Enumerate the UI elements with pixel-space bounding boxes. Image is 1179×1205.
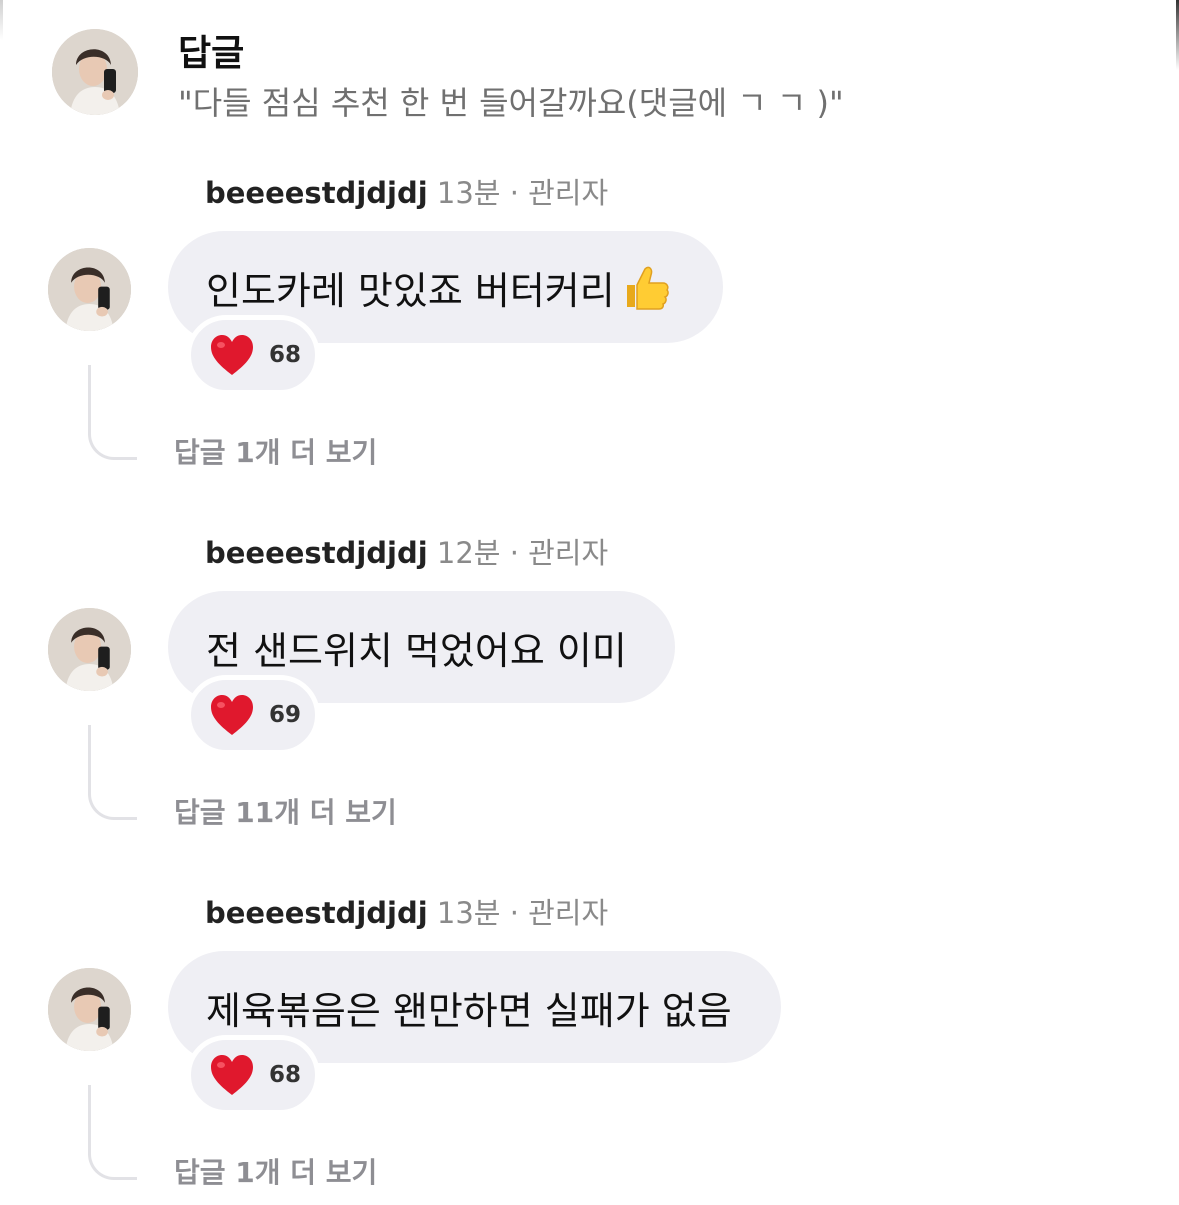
- comment-text: 제육볶음은 왠만하면 실패가 없음: [206, 988, 732, 1033]
- comment-item: beeeestdjdjdj 13분 · 관리자 제육볶음은 왠만하면 실패가 없…: [0, 893, 1179, 1205]
- replies-screen: 답글 "다들 점심 추천 한 번 들어갈까요(댓글에 ㄱ ㄱ )" beeees…: [0, 0, 1179, 1205]
- profile-photo-icon: [48, 608, 131, 691]
- reaction-badge[interactable]: 68: [186, 315, 320, 395]
- comment-time: 13분: [436, 176, 501, 210]
- heart-icon: [211, 1055, 253, 1095]
- reaction-count: 69: [269, 702, 302, 728]
- comment-avatar[interactable]: [48, 248, 131, 331]
- comment-username[interactable]: beeeestdjdjdj: [205, 536, 428, 570]
- comment-avatar[interactable]: [48, 608, 131, 691]
- comment-text: 인도카레 맛있죠 버터커리: [206, 268, 615, 313]
- comment-username[interactable]: beeeestdjdjdj: [205, 896, 428, 930]
- view-more-replies-button[interactable]: 답글 11개 더 보기: [174, 791, 397, 831]
- comment-meta: beeeestdjdjdj 13분 · 관리자: [205, 893, 608, 933]
- original-post-quote: "다들 점심 추천 한 번 들어갈까요(댓글에 ㄱ ㄱ )": [178, 84, 844, 122]
- screen-edge-left: [0, 0, 3, 40]
- comment-avatar[interactable]: [48, 968, 131, 1051]
- comment-text: 전 샌드위치 먹었어요 이미: [206, 628, 627, 673]
- page-title: 답글: [178, 33, 245, 74]
- profile-photo-icon: [52, 29, 138, 115]
- comment-meta: beeeestdjdjdj 13분 · 관리자: [205, 173, 608, 213]
- view-more-replies-button[interactable]: 답글 1개 더 보기: [174, 431, 377, 471]
- reaction-count: 68: [269, 1062, 302, 1088]
- reaction-badge[interactable]: 69: [186, 675, 320, 755]
- comment-item: beeeestdjdjdj 13분 · 관리자 인도카레 맛있죠 버터커리 68…: [0, 173, 1179, 533]
- comment-meta: beeeestdjdjdj 12분 · 관리자: [205, 533, 608, 573]
- view-more-replies-button[interactable]: 답글 1개 더 보기: [174, 1151, 377, 1191]
- comment-role: 관리자: [528, 176, 609, 210]
- comment-item: beeeestdjdjdj 12분 · 관리자 전 샌드위치 먹었어요 이미 6: [0, 533, 1179, 893]
- meta-separator: ·: [509, 536, 519, 570]
- heart-icon: [211, 695, 253, 735]
- comment-role: 관리자: [528, 896, 609, 930]
- thread-connector: [88, 1085, 137, 1180]
- profile-photo-icon: [48, 248, 131, 331]
- comment-time: 12분: [436, 536, 501, 570]
- comment-role: 관리자: [528, 536, 609, 570]
- thread-connector: [88, 365, 137, 460]
- thumbs-up-icon: [626, 266, 669, 310]
- heart-icon: [211, 335, 253, 375]
- comment-time: 13분: [436, 896, 501, 930]
- meta-separator: ·: [509, 896, 519, 930]
- profile-photo-icon: [48, 968, 131, 1051]
- meta-separator: ·: [509, 176, 519, 210]
- comment-username[interactable]: beeeestdjdjdj: [205, 176, 428, 210]
- reaction-count: 68: [269, 342, 302, 368]
- header-avatar[interactable]: [52, 29, 138, 115]
- thread-connector: [88, 725, 137, 820]
- reaction-badge[interactable]: 68: [186, 1035, 320, 1115]
